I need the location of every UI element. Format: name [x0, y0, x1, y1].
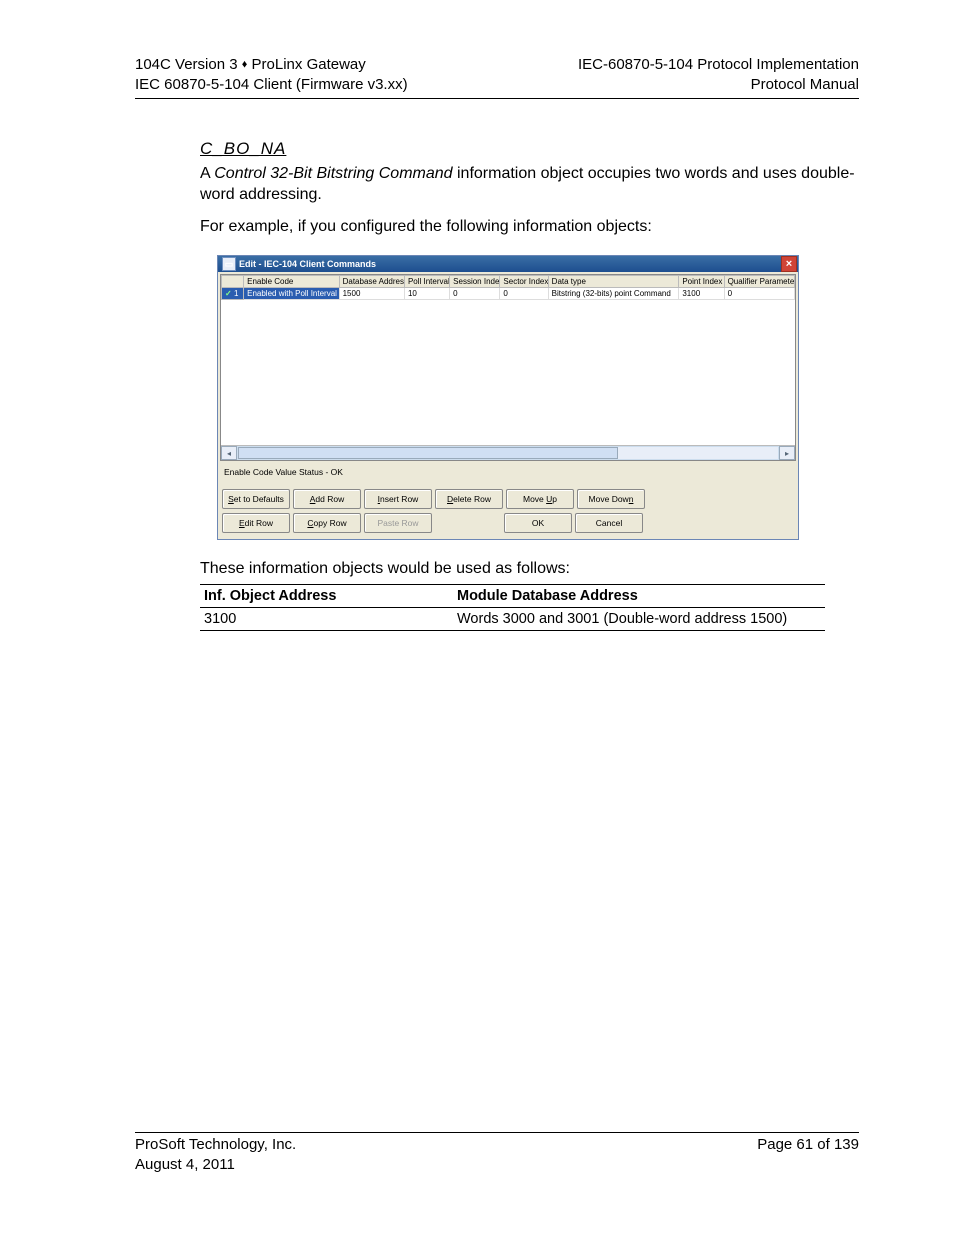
move-down-button[interactable]: Move Down: [577, 489, 645, 509]
horizontal-scrollbar[interactable]: ◂ ▸: [221, 445, 795, 460]
cell-data-type[interactable]: Bitstring (32-bits) point Command: [548, 288, 679, 300]
col-data-type[interactable]: Data type: [548, 276, 679, 288]
dialog-edit-commands: ▭ Edit - IEC-104 Client Commands × Enabl…: [217, 255, 799, 540]
set-defaults-button[interactable]: Set to Defaults: [222, 489, 290, 509]
cell-session-index[interactable]: 0: [450, 288, 500, 300]
copy-row-button[interactable]: Copy Row: [293, 513, 361, 533]
paragraph-2: For example, if you configured the follo…: [200, 216, 859, 238]
header-right-line1: IEC-60870-5-104 Protocol Implementation: [578, 55, 859, 75]
address-table: Inf. Object Address Module Database Addr…: [200, 584, 825, 631]
cell-db-address[interactable]: 1500: [339, 288, 404, 300]
col-point-index[interactable]: Point Index: [679, 276, 724, 288]
cell-point-index[interactable]: 3100: [679, 288, 724, 300]
col-sector-index[interactable]: Sector Index: [500, 276, 548, 288]
row-index[interactable]: ✓ 1: [222, 288, 244, 300]
header-right-line2: Protocol Manual: [578, 75, 859, 95]
edit-row-button[interactable]: Edit Row: [222, 513, 290, 533]
grid-row[interactable]: ✓ 1 Enabled with Poll Interval 1500 10 0…: [222, 288, 795, 300]
cell-module-db: Words 3000 and 3001 (Double-word address…: [453, 608, 825, 631]
grid-header-row: Enable Code Database Address Poll Interv…: [222, 276, 795, 288]
page-header: 104C Version 3 ♦ ProLinx Gateway IEC 608…: [135, 55, 859, 99]
status-text: Enable Code Value Status - OK: [218, 463, 798, 487]
col-rownum[interactable]: [222, 276, 244, 288]
th-inf-object: Inf. Object Address: [200, 585, 453, 608]
col-poll-interval[interactable]: Poll Interval: [404, 276, 449, 288]
col-qualifier[interactable]: Qualifier Parameter: [724, 276, 794, 288]
col-db-address[interactable]: Database Address: [339, 276, 404, 288]
header-left-line2: IEC 60870-5-104 Client (Firmware v3.xx): [135, 75, 408, 95]
move-up-button[interactable]: Move Up: [506, 489, 574, 509]
cell-qualifier[interactable]: 0: [724, 288, 794, 300]
header-left-line1a: 104C Version 3: [135, 56, 242, 73]
page-footer: ProSoft Technology, Inc. August 4, 2011 …: [135, 1132, 859, 1176]
grid: Enable Code Database Address Poll Interv…: [220, 274, 796, 461]
grid-empty-area: [221, 300, 795, 445]
cell-enable-code[interactable]: Enabled with Poll Interval: [244, 288, 340, 300]
cancel-button[interactable]: Cancel: [575, 513, 643, 533]
window-title: Edit - IEC-104 Client Commands: [239, 259, 781, 269]
app-icon: ▭: [222, 257, 236, 271]
cell-poll-interval[interactable]: 10: [404, 288, 449, 300]
close-icon[interactable]: ×: [781, 256, 797, 272]
table-row: 3100 Words 3000 and 3001 (Double-word ad…: [200, 608, 825, 631]
col-enable-code[interactable]: Enable Code: [244, 276, 340, 288]
add-row-button[interactable]: Add Row: [293, 489, 361, 509]
paragraph-3: These information objects would be used …: [200, 560, 859, 578]
header-left-line1b: ProLinx Gateway: [247, 56, 365, 73]
window-titlebar: ▭ Edit - IEC-104 Client Commands ×: [218, 256, 798, 272]
th-module-db: Module Database Address: [453, 585, 825, 608]
scroll-right-icon[interactable]: ▸: [779, 446, 795, 460]
cell-sector-index[interactable]: 0: [500, 288, 548, 300]
col-session-index[interactable]: Session Index: [450, 276, 500, 288]
scroll-thumb[interactable]: [238, 447, 618, 459]
ok-button[interactable]: OK: [504, 513, 572, 533]
footer-page-number: Page 61 of 139: [757, 1135, 859, 1155]
scroll-track[interactable]: [237, 446, 779, 460]
paragraph-1: A Control 32-Bit Bitstring Command infor…: [200, 163, 859, 206]
section-title: C_BO_NA: [200, 139, 859, 159]
footer-company: ProSoft Technology, Inc.: [135, 1135, 296, 1155]
paste-row-button: Paste Row: [364, 513, 432, 533]
footer-date: August 4, 2011: [135, 1155, 296, 1175]
scroll-left-icon[interactable]: ◂: [221, 446, 237, 460]
cell-inf-object: 3100: [200, 608, 453, 631]
delete-row-button[interactable]: Delete Row: [435, 489, 503, 509]
insert-row-button[interactable]: Insert Row: [364, 489, 432, 509]
